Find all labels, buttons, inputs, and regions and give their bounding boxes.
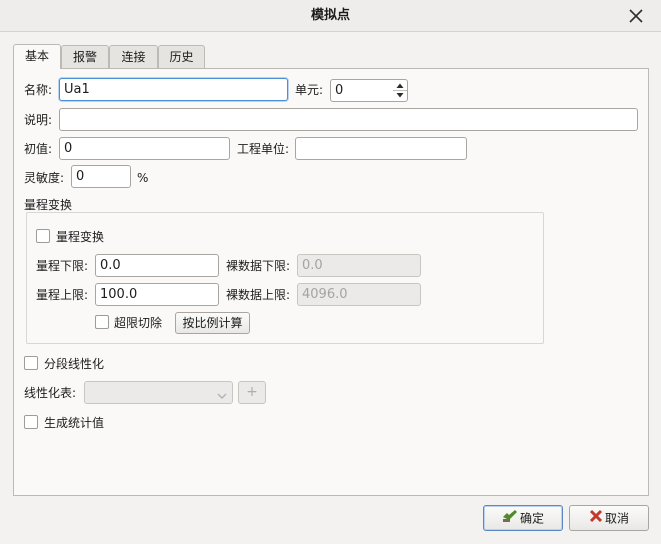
cancel-icon: [589, 507, 603, 531]
clip-label: 超限切除: [114, 316, 163, 330]
linearize-table-label: 线性化表:: [24, 386, 77, 400]
linearize-table-select[interactable]: [84, 381, 233, 404]
name-input[interactable]: Ua1: [59, 78, 288, 101]
engineering-unit-input[interactable]: [295, 137, 467, 160]
cancel-button[interactable]: 取消: [569, 505, 649, 531]
range-enable-checkbox[interactable]: [36, 229, 50, 243]
close-icon[interactable]: [626, 6, 646, 26]
range-low-input[interactable]: 0.0: [95, 254, 219, 277]
range-enable-label: 量程变换: [56, 230, 105, 244]
linearize-add-button[interactable]: +: [238, 381, 266, 404]
chevron-down-icon: [217, 389, 227, 403]
raw-high-label: 裸数据上限:: [226, 288, 291, 302]
description-input[interactable]: [59, 108, 638, 131]
ok-icon: [502, 507, 518, 531]
linearize-label: 分段线性化: [44, 357, 105, 371]
ok-button[interactable]: 确定: [483, 505, 563, 531]
raw-low-label: 裸数据下限:: [226, 259, 291, 273]
tab-basic[interactable]: 基本: [13, 44, 61, 69]
proportional-calc-button[interactable]: 按比例计算: [175, 312, 250, 334]
name-label: 名称:: [24, 83, 53, 97]
raw-high-input[interactable]: 4096.0: [297, 283, 421, 306]
unit-label: 单元:: [295, 83, 324, 97]
sensitivity-unit: %: [137, 171, 149, 185]
initial-value-input[interactable]: 0: [59, 137, 230, 160]
description-label: 说明:: [24, 113, 53, 127]
linearize-checkbox[interactable]: [24, 356, 38, 370]
tab-history[interactable]: 历史: [158, 45, 205, 69]
tab-connection[interactable]: 连接: [109, 45, 158, 69]
range-group-title: 量程变换: [24, 198, 73, 212]
unit-value: 0: [335, 83, 344, 98]
cancel-label: 取消: [604, 511, 629, 526]
raw-low-input[interactable]: 0.0: [297, 254, 421, 277]
initial-value-label: 初值:: [24, 142, 53, 156]
unit-stepper[interactable]: [393, 80, 407, 101]
ok-label: 确定: [519, 511, 544, 526]
stats-label: 生成统计值: [44, 416, 105, 430]
range-low-label: 量程下限:: [36, 259, 89, 273]
tab-alarm[interactable]: 报警: [61, 45, 109, 69]
engineering-unit-label: 工程单位:: [237, 142, 290, 156]
sensitivity-input[interactable]: 0: [71, 165, 131, 188]
range-high-label: 量程上限:: [36, 288, 89, 302]
sensitivity-label: 灵敏度:: [24, 171, 65, 185]
title-bar: 模拟点: [0, 0, 661, 32]
stats-checkbox[interactable]: [24, 415, 38, 429]
range-high-input[interactable]: 100.0: [95, 283, 219, 306]
clip-checkbox[interactable]: [95, 315, 109, 329]
window-title: 模拟点: [310, 8, 350, 23]
